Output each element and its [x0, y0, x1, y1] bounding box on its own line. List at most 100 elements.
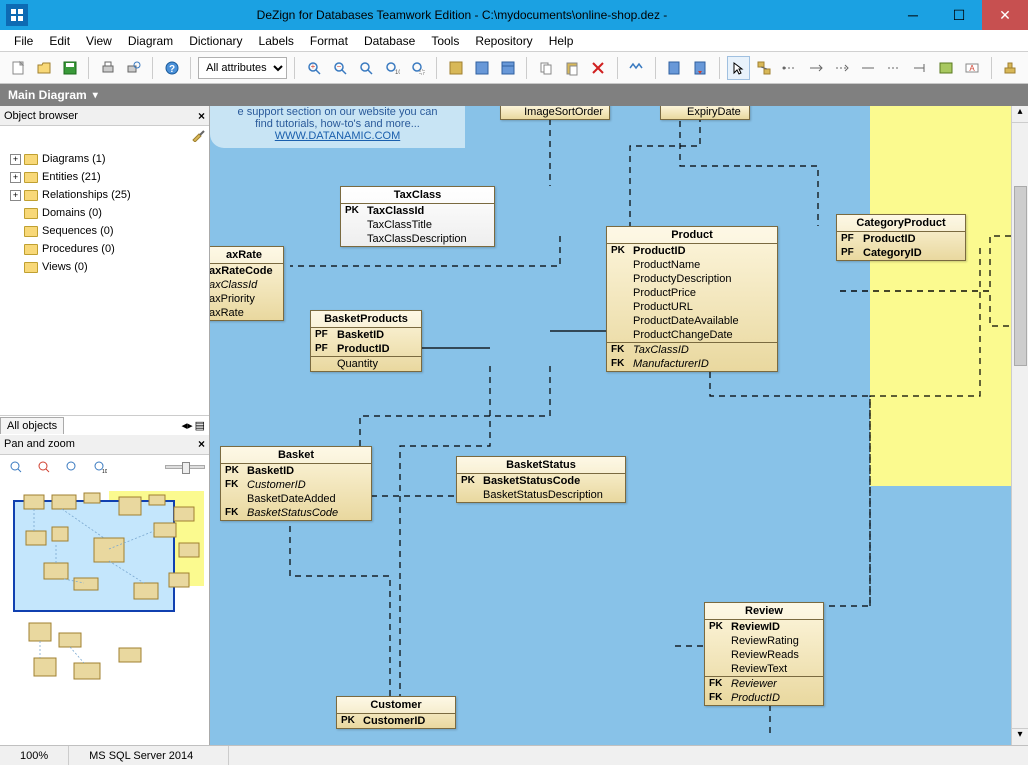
help-icon[interactable]: ?: [160, 56, 183, 80]
open-icon[interactable]: [32, 56, 55, 80]
entity-customer[interactable]: Customer PKCustomerID: [336, 696, 456, 729]
status-zoom: 100%: [0, 746, 69, 765]
entity-taxrate[interactable]: axRate axRateCode axClassId axPriority a…: [210, 246, 284, 321]
rel-2-icon[interactable]: [805, 56, 828, 80]
diagram-canvas[interactable]: e support section on our website you can…: [210, 106, 1028, 745]
expand-icon[interactable]: +: [10, 172, 21, 183]
brush-icon[interactable]: [191, 128, 205, 142]
zoom-in-icon[interactable]: +: [302, 56, 325, 80]
label-tool-icon[interactable]: A: [961, 56, 984, 80]
tree-item: +Entities (21): [4, 168, 205, 186]
tool-a-icon[interactable]: [444, 56, 467, 80]
vertical-scrollbar[interactable]: ▴ ▾: [1011, 106, 1028, 745]
pz-zoom-fit-icon[interactable]: [60, 455, 84, 479]
copy-icon[interactable]: [534, 56, 557, 80]
save-icon[interactable]: [58, 56, 81, 80]
pz-zoom-out-icon[interactable]: [32, 455, 56, 479]
menu-database[interactable]: Database: [356, 32, 423, 50]
zoom-slider[interactable]: [165, 465, 205, 469]
chevron-down-icon: ▾: [93, 90, 98, 101]
menu-dictionary[interactable]: Dictionary: [181, 32, 250, 50]
paste-icon[interactable]: [560, 56, 583, 80]
entity-tool-icon[interactable]: [753, 56, 776, 80]
tree-item: +Diagrams (1): [4, 150, 205, 168]
print-preview-icon[interactable]: [122, 56, 145, 80]
rel-5-icon[interactable]: [883, 56, 906, 80]
reverse-icon[interactable]: [689, 56, 712, 80]
svg-text:+: +: [310, 62, 315, 71]
tree-item: +Relationships (25): [4, 186, 205, 204]
minimize-button[interactable]: ─: [890, 0, 936, 30]
close-button[interactable]: ✕: [982, 0, 1028, 30]
new-icon[interactable]: [6, 56, 29, 80]
folder-icon: [24, 190, 38, 201]
tree-item: Procedures (0): [4, 240, 205, 258]
entity-basketstatus[interactable]: BasketStatus PKBasketStatusCode BasketSt…: [456, 456, 626, 503]
filter-nav-icon[interactable]: ◂▸: [182, 419, 193, 432]
menu-tools[interactable]: Tools: [423, 32, 467, 50]
folder-icon: [24, 208, 38, 219]
menu-help[interactable]: Help: [541, 32, 582, 50]
pan-zoom-toolbar: 100: [0, 455, 209, 479]
title-bar: DeZign for Databases Teamwork Edition - …: [0, 0, 1028, 30]
entity-review[interactable]: Review PKReviewID ReviewRating ReviewRea…: [704, 602, 824, 706]
menu-edit[interactable]: Edit: [41, 32, 78, 50]
expand-icon[interactable]: +: [10, 190, 21, 201]
view-tool-icon[interactable]: [935, 56, 958, 80]
zoom-out-icon[interactable]: −: [328, 56, 351, 80]
left-panel: Object browser × +Diagrams (1) +Entities…: [0, 106, 210, 745]
tree-item: Views (0): [4, 258, 205, 276]
pz-zoom-100-icon[interactable]: 100: [88, 455, 112, 479]
object-tree[interactable]: +Diagrams (1) +Entities (21) +Relationsh…: [0, 144, 209, 415]
panel-close-icon[interactable]: ×: [198, 109, 205, 123]
stamp-tool-icon[interactable]: [999, 56, 1022, 80]
zoom-100-icon[interactable]: 100: [380, 56, 403, 80]
tool-b-icon[interactable]: [470, 56, 493, 80]
menu-labels[interactable]: Labels: [251, 32, 302, 50]
entity-box[interactable]: ExpiryDate: [660, 106, 750, 120]
entity-basket[interactable]: Basket PKBasketID FKCustomerID BasketDat…: [220, 446, 372, 521]
minimap[interactable]: [0, 479, 209, 746]
folder-icon: [24, 226, 38, 237]
menu-repository[interactable]: Repository: [467, 32, 540, 50]
zoom-fit-icon[interactable]: [354, 56, 377, 80]
app-icon: [6, 4, 28, 26]
menu-format[interactable]: Format: [302, 32, 356, 50]
generate-icon[interactable]: [662, 56, 685, 80]
menu-diagram[interactable]: Diagram: [120, 32, 181, 50]
menu-view[interactable]: View: [78, 32, 120, 50]
svg-text:100: 100: [102, 469, 107, 474]
entity-box[interactable]: ImageSortOrder: [500, 106, 610, 120]
entity-product[interactable]: Product PKProductID ProductName Producty…: [606, 226, 778, 372]
diagram-tab-label: Main Diagram: [8, 88, 87, 102]
menu-file[interactable]: File: [6, 32, 41, 50]
pointer-tool-icon[interactable]: [727, 56, 750, 80]
print-icon[interactable]: [96, 56, 119, 80]
filter-tab[interactable]: All objects: [0, 417, 64, 434]
tool-c-icon[interactable]: [496, 56, 519, 80]
entity-basketproducts[interactable]: BasketProducts PFBasketID PFProductID Qu…: [310, 310, 422, 372]
rel-4-icon[interactable]: [857, 56, 880, 80]
menu-bar: File Edit View Diagram Dictionary Labels…: [0, 30, 1028, 52]
entity-taxclass[interactable]: TaxClass PKTaxClassId TaxClassTitle TaxC…: [340, 186, 495, 247]
help-link[interactable]: WWW.DATANAMIC.COM: [275, 130, 400, 142]
svg-text:100: 100: [395, 70, 400, 76]
pz-zoom-in-icon[interactable]: [4, 455, 28, 479]
tree-item: Domains (0): [4, 204, 205, 222]
expand-icon[interactable]: +: [10, 154, 21, 165]
rel-1-icon[interactable]: [779, 56, 802, 80]
filter-list-icon[interactable]: ▤: [195, 419, 205, 432]
validate-icon[interactable]: [624, 56, 647, 80]
folder-icon: [24, 172, 38, 183]
rel-6-icon[interactable]: [909, 56, 932, 80]
maximize-button[interactable]: ☐: [936, 0, 982, 30]
delete-icon[interactable]: [586, 56, 609, 80]
attribute-selector[interactable]: All attributes: [198, 57, 287, 79]
diagram-tab-bar[interactable]: Main Diagram ▾: [0, 84, 1028, 106]
folder-icon: [24, 154, 38, 165]
panel-close-icon[interactable]: ×: [198, 437, 205, 451]
entity-categoryproduct[interactable]: CategoryProduct PFProductID PFCategoryID: [836, 214, 966, 261]
zoom-region-icon[interactable]: [406, 56, 429, 80]
rel-3-icon[interactable]: [831, 56, 854, 80]
folder-icon: [24, 262, 38, 273]
